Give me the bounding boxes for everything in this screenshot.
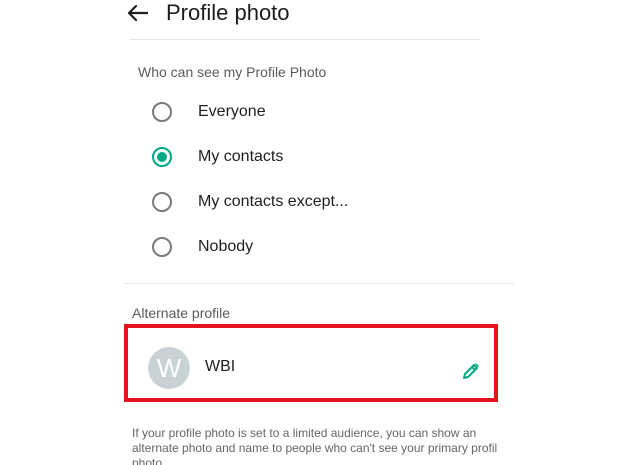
radio-button[interactable] bbox=[152, 102, 172, 122]
radio-label: My contacts bbox=[198, 148, 284, 165]
radio-button-selected[interactable] bbox=[152, 147, 172, 167]
radio-option-my-contacts-except[interactable]: My contacts except... bbox=[150, 189, 470, 217]
radio-button[interactable] bbox=[152, 192, 172, 212]
header: Profile photo bbox=[0, 0, 620, 40]
alternate-profile-row[interactable]: W WBI bbox=[124, 324, 498, 402]
radio-label: Everyone bbox=[198, 103, 266, 120]
section-divider bbox=[124, 283, 514, 284]
visibility-section-title: Who can see my Profile Photo bbox=[138, 64, 327, 80]
radio-label: Nobody bbox=[198, 238, 254, 255]
radio-button[interactable] bbox=[152, 237, 172, 257]
profile-photo-screen: Profile photo Who can see my Profile Pho… bbox=[0, 0, 620, 465]
page-title: Profile photo bbox=[166, 0, 290, 25]
pencil-icon[interactable] bbox=[461, 361, 481, 381]
alternate-profile-description: If your profile photo is set to a limite… bbox=[132, 426, 498, 465]
header-divider bbox=[130, 39, 480, 40]
radio-label: My contacts except... bbox=[198, 193, 349, 210]
avatar: W bbox=[148, 347, 190, 389]
alternate-profile-name: WBI bbox=[205, 358, 236, 375]
radio-option-my-contacts[interactable]: My contacts bbox=[150, 144, 470, 172]
alternate-profile-section-title: Alternate profile bbox=[132, 305, 231, 321]
arrow-left-icon[interactable] bbox=[126, 4, 148, 22]
radio-option-everyone[interactable]: Everyone bbox=[150, 99, 470, 127]
radio-option-nobody[interactable]: Nobody bbox=[150, 234, 470, 262]
